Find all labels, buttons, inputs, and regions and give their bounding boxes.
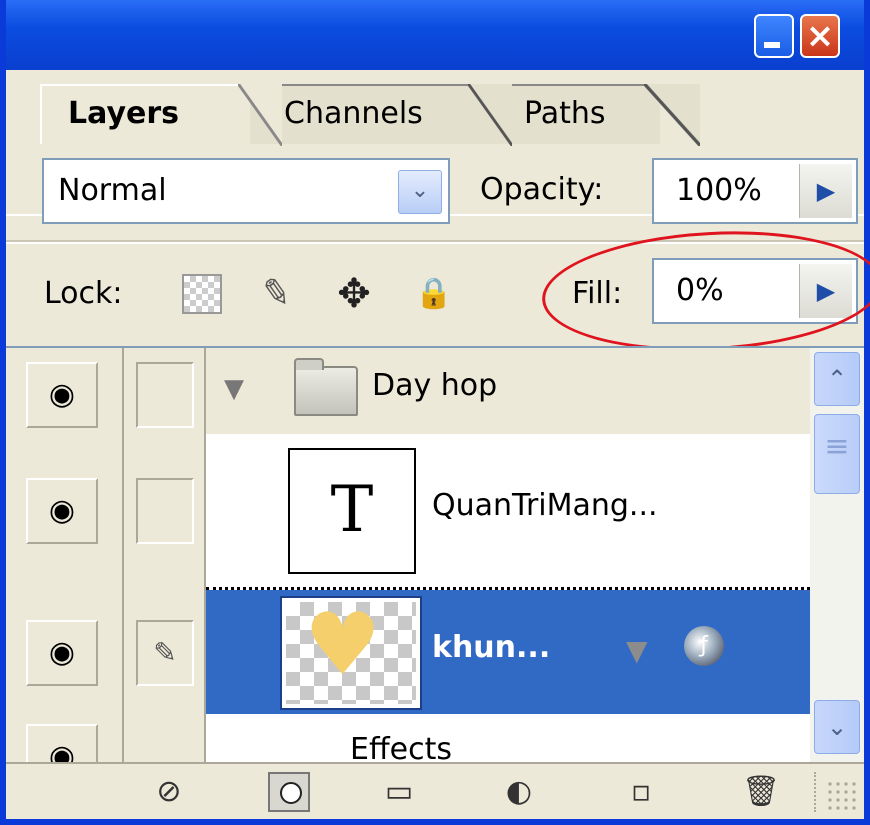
text-layer-name: QuanTriMang...	[432, 488, 658, 523]
adjustment-layer-icon[interactable]: ◐	[498, 772, 540, 812]
lock-label: Lock:	[44, 276, 123, 311]
opacity-slider-arrow-icon[interactable]: ▶	[799, 164, 852, 218]
heart-shape-icon: ♥	[304, 598, 382, 695]
eye-icon[interactable]: ◉	[26, 362, 98, 428]
lock-image-brush-icon[interactable]: ✎	[253, 271, 299, 317]
text-layer-row[interactable]: T QuanTriMang...	[206, 434, 810, 590]
minimize-button[interactable]	[754, 14, 794, 58]
new-layer-icon[interactable]: ▫	[620, 772, 662, 812]
opacity-label: Opacity:	[480, 172, 604, 207]
scrollbar[interactable]: ⌃ ⌄	[810, 348, 864, 764]
folder-icon	[294, 358, 358, 416]
blend-mode-value: Normal	[58, 173, 167, 208]
eye-icon[interactable]: ◉	[26, 620, 98, 686]
effects-label: Effects	[350, 732, 452, 764]
lock-position-move-icon[interactable]: ✥	[334, 274, 374, 314]
link-layers-icon[interactable]: ⊘	[148, 772, 190, 812]
shape-layer-thumbnail: ♥	[280, 596, 422, 710]
blend-mode-select[interactable]: Normal ⌄	[42, 158, 450, 224]
link-box[interactable]	[136, 478, 194, 544]
shape-layer-row-selected[interactable]: ♥ khun... ▼ ƒ	[206, 590, 810, 714]
eye-icon[interactable]: ◉	[26, 478, 98, 544]
shape-layer-name: khun...	[432, 630, 551, 665]
opacity-field[interactable]: 100% ▶	[652, 158, 858, 224]
new-group-folder-icon[interactable]: ▭	[378, 772, 420, 812]
layer-group-row[interactable]: ▼ Day hop	[206, 348, 810, 434]
grip-separator	[814, 772, 818, 812]
scroll-up-button[interactable]: ⌃	[814, 352, 860, 406]
brush-icon[interactable]: ✎	[136, 620, 194, 686]
add-layer-mask-icon[interactable]	[268, 772, 310, 812]
tab-row: Paths Channels Layers ▶	[6, 70, 864, 216]
layer-effects-icon[interactable]: ƒ	[684, 626, 724, 666]
group-name: Day hop	[372, 368, 498, 403]
link-column: ✎	[124, 348, 206, 764]
text-layer-thumbnail: T	[288, 448, 416, 574]
opacity-value: 100%	[676, 173, 762, 208]
lock-transparency-icon[interactable]	[182, 274, 222, 314]
resize-grip-icon[interactable]	[826, 780, 856, 810]
effects-expand-triangle-icon[interactable]: ▼	[626, 634, 648, 667]
close-button[interactable]: ×	[800, 14, 840, 58]
expand-triangle-icon[interactable]: ▼	[224, 374, 244, 404]
scroll-down-button[interactable]: ⌄	[814, 700, 860, 754]
effects-row[interactable]: Effects	[206, 714, 810, 764]
bottom-toolbar: ⊘ ▭ ◐ ▫ 🗑	[6, 762, 864, 819]
visibility-column: ◉ ◉ ◉ ◉	[6, 348, 124, 764]
scroll-thumb[interactable]	[814, 414, 860, 494]
link-box[interactable]	[136, 362, 194, 428]
trash-icon[interactable]: 🗑	[740, 772, 782, 812]
layers-palette-window: × Paths Channels Layers ▶ Normal ⌄ Opaci…	[0, 0, 870, 825]
lock-all-padlock-icon[interactable]: 🔒	[414, 274, 454, 314]
layers-list: ◉ ◉ ◉ ◉ ✎ ▼ Day hop T QuanTriMang... ♥ k…	[6, 346, 864, 764]
title-bar[interactable]: ×	[6, 0, 864, 70]
chevron-down-icon[interactable]: ⌄	[398, 170, 442, 214]
tab-layers[interactable]: Layers	[40, 84, 282, 146]
eye-icon[interactable]: ◉	[26, 724, 98, 764]
